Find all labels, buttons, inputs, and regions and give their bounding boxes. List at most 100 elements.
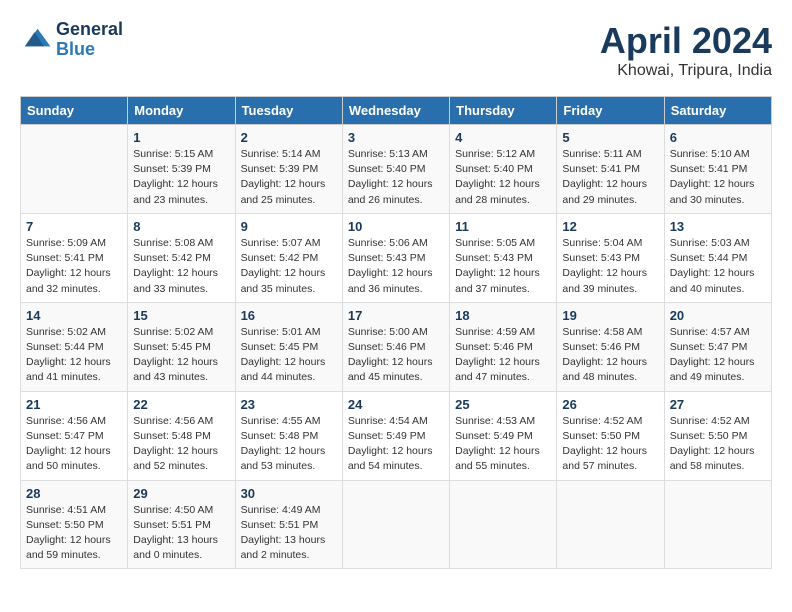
day-info: Sunrise: 5:05 AM Sunset: 5:43 PM Dayligh… xyxy=(455,236,551,297)
day-info: Sunrise: 4:59 AM Sunset: 5:46 PM Dayligh… xyxy=(455,325,551,386)
day-number: 29 xyxy=(133,486,229,501)
logo-text-line1: General xyxy=(56,20,123,40)
day-number: 20 xyxy=(670,308,766,323)
logo-text-line2: Blue xyxy=(56,40,123,60)
day-info: Sunrise: 5:11 AM Sunset: 5:41 PM Dayligh… xyxy=(562,147,658,208)
calendar-cell: 29 Sunrise: 4:50 AM Sunset: 5:51 PM Dayli… xyxy=(128,480,235,569)
day-info: Sunrise: 5:06 AM Sunset: 5:43 PM Dayligh… xyxy=(348,236,444,297)
day-number: 27 xyxy=(670,397,766,412)
day-info: Sunrise: 4:55 AM Sunset: 5:48 PM Dayligh… xyxy=(241,414,337,475)
calendar-cell: 23 Sunrise: 4:55 AM Sunset: 5:48 PM Dayli… xyxy=(235,391,342,480)
day-number: 16 xyxy=(241,308,337,323)
calendar-cell: 30 Sunrise: 4:49 AM Sunset: 5:51 PM Dayli… xyxy=(235,480,342,569)
day-number: 3 xyxy=(348,130,444,145)
calendar-cell: 22 Sunrise: 4:56 AM Sunset: 5:48 PM Dayli… xyxy=(128,391,235,480)
day-info: Sunrise: 4:50 AM Sunset: 5:51 PM Dayligh… xyxy=(133,503,229,564)
calendar-cell: 2 Sunrise: 5:14 AM Sunset: 5:39 PM Daylig… xyxy=(235,125,342,214)
day-number: 22 xyxy=(133,397,229,412)
day-number: 24 xyxy=(348,397,444,412)
day-info: Sunrise: 5:04 AM Sunset: 5:43 PM Dayligh… xyxy=(562,236,658,297)
calendar-cell xyxy=(21,125,128,214)
calendar-cell: 7Sunrise: 5:09 AM Sunset: 5:41 PM Daylig… xyxy=(21,213,128,302)
weekday-header-tuesday: Tuesday xyxy=(235,97,342,125)
day-number: 18 xyxy=(455,308,551,323)
day-number: 23 xyxy=(241,397,337,412)
day-number: 21 xyxy=(26,397,122,412)
day-info: Sunrise: 5:03 AM Sunset: 5:44 PM Dayligh… xyxy=(670,236,766,297)
calendar-cell: 4Sunrise: 5:12 AM Sunset: 5:40 PM Daylig… xyxy=(450,125,557,214)
week-row-3: 14Sunrise: 5:02 AM Sunset: 5:44 PM Dayli… xyxy=(21,302,772,391)
calendar-cell: 25 Sunrise: 4:53 AM Sunset: 5:49 PM Dayli… xyxy=(450,391,557,480)
calendar-cell xyxy=(557,480,664,569)
day-number: 30 xyxy=(241,486,337,501)
week-row-1: 1Sunrise: 5:15 AM Sunset: 5:39 PM Daylig… xyxy=(21,125,772,214)
day-number: 17 xyxy=(348,308,444,323)
day-number: 28 xyxy=(26,486,122,501)
day-number: 26 xyxy=(562,397,658,412)
calendar-cell: 8 Sunrise: 5:08 AM Sunset: 5:42 PM Daylig… xyxy=(128,213,235,302)
day-info: Sunrise: 4:57 AM Sunset: 5:47 PM Dayligh… xyxy=(670,325,766,386)
day-info: Sunrise: 4:52 AM Sunset: 5:50 PM Dayligh… xyxy=(562,414,658,475)
calendar-cell: 10 Sunrise: 5:06 AM Sunset: 5:43 PM Dayli… xyxy=(342,213,449,302)
weekday-header-saturday: Saturday xyxy=(664,97,771,125)
day-number: 10 xyxy=(348,219,444,234)
calendar-cell: 12 Sunrise: 5:04 AM Sunset: 5:43 PM Dayli… xyxy=(557,213,664,302)
day-info: Sunrise: 4:54 AM Sunset: 5:49 PM Dayligh… xyxy=(348,414,444,475)
day-info: Sunrise: 4:53 AM Sunset: 5:49 PM Dayligh… xyxy=(455,414,551,475)
calendar-cell: 21Sunrise: 4:56 AM Sunset: 5:47 PM Dayli… xyxy=(21,391,128,480)
day-number: 5 xyxy=(562,130,658,145)
calendar-cell xyxy=(342,480,449,569)
week-row-4: 21Sunrise: 4:56 AM Sunset: 5:47 PM Dayli… xyxy=(21,391,772,480)
calendar-cell: 20 Sunrise: 4:57 AM Sunset: 5:47 PM Dayli… xyxy=(664,302,771,391)
calendar-cell xyxy=(450,480,557,569)
day-info: Sunrise: 5:13 AM Sunset: 5:40 PM Dayligh… xyxy=(348,147,444,208)
day-number: 19 xyxy=(562,308,658,323)
calendar-title-area: April 2024 Khowai, Tripura, India xyxy=(600,20,772,80)
weekday-header-friday: Friday xyxy=(557,97,664,125)
calendar-cell: 17 Sunrise: 5:00 AM Sunset: 5:46 PM Dayli… xyxy=(342,302,449,391)
calendar-cell: 15 Sunrise: 5:02 AM Sunset: 5:45 PM Dayli… xyxy=(128,302,235,391)
day-info: Sunrise: 5:10 AM Sunset: 5:41 PM Dayligh… xyxy=(670,147,766,208)
weekday-header-thursday: Thursday xyxy=(450,97,557,125)
calendar-cell: 9 Sunrise: 5:07 AM Sunset: 5:42 PM Daylig… xyxy=(235,213,342,302)
day-number: 6 xyxy=(670,130,766,145)
calendar-cell: 1Sunrise: 5:15 AM Sunset: 5:39 PM Daylig… xyxy=(128,125,235,214)
calendar-cell: 11 Sunrise: 5:05 AM Sunset: 5:43 PM Dayli… xyxy=(450,213,557,302)
day-info: Sunrise: 5:12 AM Sunset: 5:40 PM Dayligh… xyxy=(455,147,551,208)
day-number: 2 xyxy=(241,130,337,145)
day-number: 15 xyxy=(133,308,229,323)
calendar-cell: 5 Sunrise: 5:11 AM Sunset: 5:41 PM Daylig… xyxy=(557,125,664,214)
calendar-cell: 27 Sunrise: 4:52 AM Sunset: 5:50 PM Dayli… xyxy=(664,391,771,480)
week-row-2: 7Sunrise: 5:09 AM Sunset: 5:41 PM Daylig… xyxy=(21,213,772,302)
page-header: General Blue April 2024 Khowai, Tripura,… xyxy=(20,20,772,80)
calendar-cell: 16 Sunrise: 5:01 AM Sunset: 5:45 PM Dayli… xyxy=(235,302,342,391)
calendar-cell: 28 Sunrise: 4:51 AM Sunset: 5:50 PM Dayli… xyxy=(21,480,128,569)
day-info: Sunrise: 5:07 AM Sunset: 5:42 PM Dayligh… xyxy=(241,236,337,297)
day-number: 8 xyxy=(133,219,229,234)
calendar-cell: 6 Sunrise: 5:10 AM Sunset: 5:41 PM Daylig… xyxy=(664,125,771,214)
calendar-cell: 24 Sunrise: 4:54 AM Sunset: 5:49 PM Dayli… xyxy=(342,391,449,480)
day-number: 12 xyxy=(562,219,658,234)
day-info: Sunrise: 5:01 AM Sunset: 5:45 PM Dayligh… xyxy=(241,325,337,386)
week-row-5: 28 Sunrise: 4:51 AM Sunset: 5:50 PM Dayli… xyxy=(21,480,772,569)
day-info: Sunrise: 4:51 AM Sunset: 5:50 PM Dayligh… xyxy=(26,503,122,564)
calendar-cell: 18 Sunrise: 4:59 AM Sunset: 5:46 PM Dayli… xyxy=(450,302,557,391)
calendar-cell: 13Sunrise: 5:03 AM Sunset: 5:44 PM Dayli… xyxy=(664,213,771,302)
day-info: Sunrise: 5:14 AM Sunset: 5:39 PM Dayligh… xyxy=(241,147,337,208)
calendar-table: SundayMondayTuesdayWednesdayThursdayFrid… xyxy=(20,96,772,569)
day-info: Sunrise: 5:00 AM Sunset: 5:46 PM Dayligh… xyxy=(348,325,444,386)
day-info: Sunrise: 5:09 AM Sunset: 5:41 PM Dayligh… xyxy=(26,236,122,297)
day-number: 14 xyxy=(26,308,122,323)
logo: General Blue xyxy=(20,20,123,60)
calendar-cell: 3 Sunrise: 5:13 AM Sunset: 5:40 PM Daylig… xyxy=(342,125,449,214)
day-number: 25 xyxy=(455,397,551,412)
day-info: Sunrise: 5:08 AM Sunset: 5:42 PM Dayligh… xyxy=(133,236,229,297)
day-info: Sunrise: 5:02 AM Sunset: 5:45 PM Dayligh… xyxy=(133,325,229,386)
day-number: 9 xyxy=(241,219,337,234)
day-info: Sunrise: 4:49 AM Sunset: 5:51 PM Dayligh… xyxy=(241,503,337,564)
day-info: Sunrise: 4:56 AM Sunset: 5:48 PM Dayligh… xyxy=(133,414,229,475)
day-info: Sunrise: 4:58 AM Sunset: 5:46 PM Dayligh… xyxy=(562,325,658,386)
day-info: Sunrise: 4:52 AM Sunset: 5:50 PM Dayligh… xyxy=(670,414,766,475)
day-number: 11 xyxy=(455,219,551,234)
weekday-header-wednesday: Wednesday xyxy=(342,97,449,125)
